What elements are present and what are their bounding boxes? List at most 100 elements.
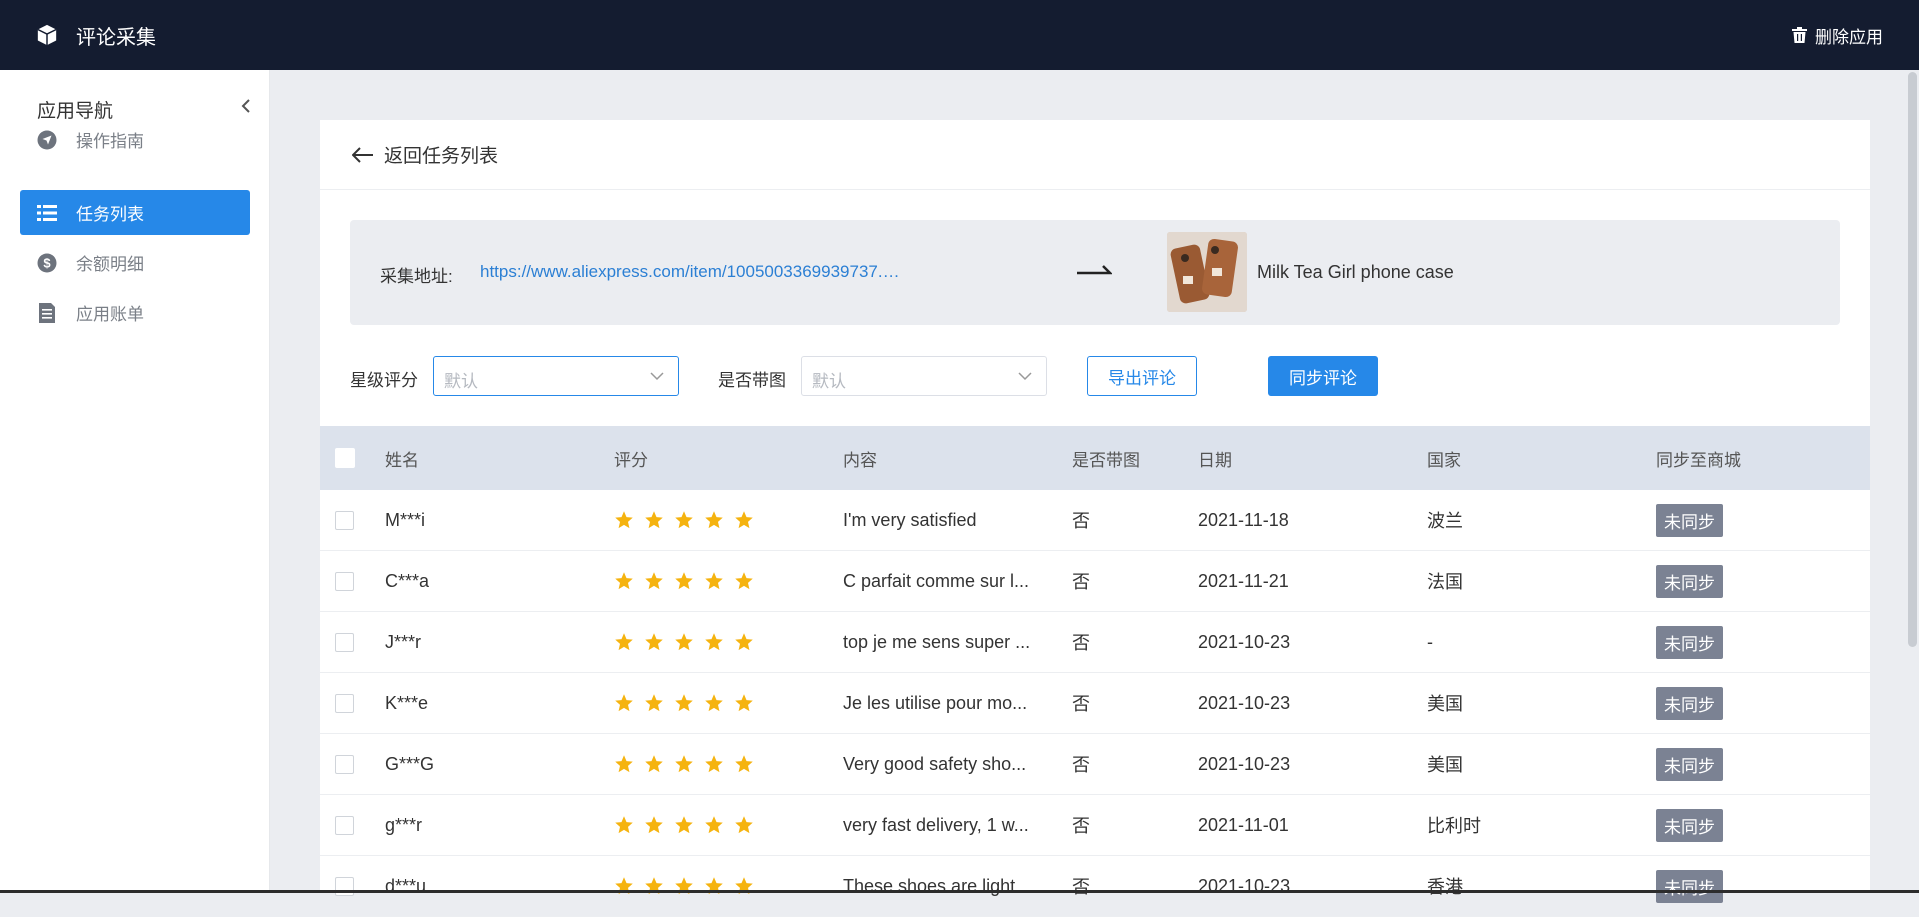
rating-stars — [614, 815, 754, 835]
rating-stars — [614, 571, 754, 591]
star-icon — [644, 693, 664, 713]
sidebar-item-tasks[interactable]: 任务列表 — [20, 190, 250, 235]
header-content: 内容 — [843, 426, 877, 490]
star-icon — [674, 571, 694, 591]
sync-status-badge: 未同步 — [1656, 870, 1723, 903]
star-icon — [614, 632, 634, 652]
review-country: 比利时 — [1427, 795, 1481, 855]
review-country: 香港 — [1427, 856, 1463, 916]
reviewer-name: G***G — [385, 734, 434, 794]
export-reviews-button[interactable]: 导出评论 — [1087, 356, 1197, 396]
sync-reviews-button[interactable]: 同步评论 — [1268, 356, 1378, 396]
table-row: G***G Very good safety sho... 否 2021-10-23 美… — [320, 734, 1870, 795]
cube-icon — [36, 24, 58, 46]
sidebar-item-label: 任务列表 — [76, 200, 144, 225]
select-all-checkbox[interactable] — [335, 448, 355, 468]
table-header: 姓名 评分 内容 是否带图 日期 国家 同步至商城 — [320, 426, 1870, 490]
star-icon — [734, 510, 754, 530]
review-country: - — [1427, 612, 1433, 672]
filter-bar: 星级评分 默认 是否带图 默认 导出评论 同步评论 — [350, 356, 1840, 396]
review-content: These shoes are light ... — [843, 856, 1043, 917]
delete-app-label: 删除应用 — [1815, 23, 1883, 48]
table-row: J***rtop je me sens super ...否2021-10-23… — [320, 612, 1870, 673]
star-icon — [674, 754, 694, 774]
star-icon — [614, 876, 634, 896]
star-icon — [674, 693, 694, 713]
star-icon — [674, 876, 694, 896]
star-icon — [704, 632, 724, 652]
reviewer-name: M***i — [385, 490, 425, 550]
header-date: 日期 — [1198, 426, 1232, 490]
star-icon — [704, 510, 724, 530]
table-row: d***uThese shoes are light ...否2021-10-2… — [320, 856, 1870, 917]
back-to-tasks-link[interactable]: 返回任务列表 — [352, 141, 498, 168]
star-icon — [614, 754, 634, 774]
star-icon — [704, 693, 724, 713]
back-row: 返回任务列表 — [320, 120, 1870, 190]
has-image-value: 否 — [1072, 856, 1090, 916]
sync-status-badge: 未同步 — [1656, 809, 1723, 842]
rating-stars — [614, 876, 754, 896]
back-label: 返回任务列表 — [384, 141, 498, 168]
review-content: Very good safety sho... — [843, 734, 1043, 795]
sidebar-item-label: 操作指南 — [76, 127, 144, 152]
chevron-down-icon — [1018, 371, 1032, 381]
source-box: 采集地址: https://www.aliexpress.com/item/10… — [350, 220, 1840, 325]
row-checkbox[interactable] — [335, 694, 354, 713]
rating-filter-select[interactable]: 默认 — [433, 356, 679, 396]
star-icon — [704, 571, 724, 591]
review-country: 法国 — [1427, 551, 1463, 611]
chevron-left-icon[interactable] — [238, 98, 254, 114]
has-image-value: 否 — [1072, 734, 1090, 794]
row-checkbox[interactable] — [335, 816, 354, 835]
reviewer-name: d***u — [385, 856, 426, 916]
star-icon — [674, 510, 694, 530]
arrow-right-icon — [1076, 260, 1112, 280]
star-icon — [644, 632, 664, 652]
rating-stars — [614, 510, 754, 530]
product-thumbnail — [1167, 232, 1247, 312]
review-country: 美国 — [1427, 734, 1463, 794]
star-icon — [644, 815, 664, 835]
sidebar-item-balance[interactable]: $ 余额明细 — [20, 240, 250, 285]
app-title: 评论采集 — [76, 21, 156, 50]
image-filter-select[interactable]: 默认 — [801, 356, 1047, 396]
list-icon — [37, 204, 57, 222]
row-checkbox[interactable] — [335, 755, 354, 774]
sidebar-item-bills[interactable]: 应用账单 — [20, 290, 250, 335]
sync-status-badge: 未同步 — [1656, 626, 1723, 659]
reviewer-name: K***e — [385, 673, 428, 733]
star-icon — [734, 815, 754, 835]
review-date: 2021-10-23 — [1198, 734, 1290, 794]
row-checkbox[interactable] — [335, 633, 354, 652]
star-icon — [644, 754, 664, 774]
sidebar: 应用导航 操作指南 任务列表 $ 余额明细 — [0, 70, 270, 893]
table-body: M***iI'm very satisfied否2021-11-18波兰未同步C… — [320, 490, 1870, 917]
source-url-link[interactable]: https://www.aliexpress.com/item/10050033… — [480, 262, 900, 282]
page-scrollbar[interactable] — [1908, 72, 1917, 647]
bill-icon — [39, 303, 55, 323]
star-icon — [734, 571, 754, 591]
sync-status-badge: 未同步 — [1656, 687, 1723, 720]
table-row: C***aC parfait comme sur l...否2021-11-21… — [320, 551, 1870, 612]
delete-app-button[interactable]: 删除应用 — [1792, 0, 1883, 70]
sidebar-item-guide[interactable]: 操作指南 — [20, 117, 250, 162]
has-image-value: 否 — [1072, 612, 1090, 672]
star-icon — [614, 815, 634, 835]
review-content: C parfait comme sur l... — [843, 551, 1043, 612]
row-checkbox[interactable] — [335, 572, 354, 591]
header-name: 姓名 — [385, 426, 419, 490]
star-icon — [704, 876, 724, 896]
star-icon — [674, 815, 694, 835]
star-icon — [734, 632, 754, 652]
phone-case-image — [1167, 232, 1247, 312]
row-checkbox[interactable] — [335, 511, 354, 530]
rating-filter-value: 默认 — [444, 367, 478, 392]
star-icon — [704, 754, 724, 774]
sidebar-item-label: 余额明细 — [76, 250, 144, 275]
reviewer-name: g***r — [385, 795, 422, 855]
star-icon — [644, 510, 664, 530]
review-content: I'm very satisfied — [843, 490, 1043, 551]
has-image-value: 否 — [1072, 795, 1090, 855]
star-icon — [614, 571, 634, 591]
